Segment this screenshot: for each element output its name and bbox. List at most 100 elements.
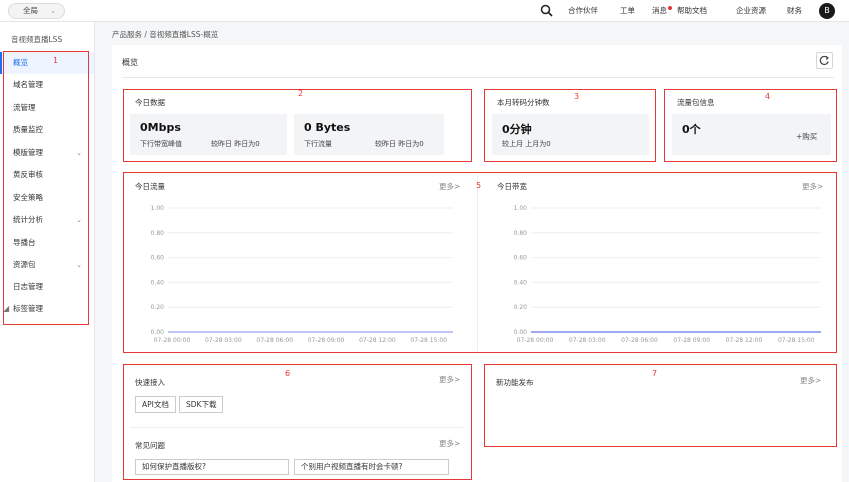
package-value: 0个	[682, 123, 701, 136]
top-bar: 全局 ⌄ 合作伙伴 工单 消息 帮助文档 企业资源 财务 B	[0, 0, 849, 22]
sidebar-item-label: 黄反审核	[13, 170, 43, 179]
faq-more-link[interactable]: 更多>	[439, 438, 460, 449]
sidebar-item-director[interactable]: 导播台	[0, 232, 94, 254]
bandwidth-chart-title: 今日带宽	[497, 182, 527, 191]
x-tick-label: 07-28 09:00	[308, 337, 345, 344]
bandwidth-peak-label: 下行带宽峰值	[140, 140, 182, 148]
x-tick-label: 07-28 12:00	[726, 337, 763, 344]
sdk-download-button[interactable]: SDK下载	[179, 396, 224, 413]
nav-help-docs[interactable]: 帮助文档	[677, 0, 707, 22]
sidebar-item-label: 模版管理	[13, 148, 43, 157]
annotation-number: 4	[765, 92, 771, 101]
y-tick-label: 0.00	[151, 329, 165, 336]
bandwidth-chart-more-link[interactable]: 更多>	[802, 181, 823, 192]
sidebar-item-tags[interactable]: ◢ 标签管理	[0, 298, 94, 320]
sidebar-item-domains[interactable]: 域名管理	[0, 74, 94, 96]
sidebar-item-label: 流管理	[13, 103, 36, 112]
chevron-down-icon: ⌄	[76, 261, 82, 269]
annotation-number: 1	[53, 56, 59, 65]
quick-access-title: 快速接入	[135, 378, 165, 387]
new-features-more-link[interactable]: 更多>	[800, 375, 821, 386]
y-tick-label: 1.00	[151, 205, 165, 212]
y-tick-label: 0.60	[514, 255, 528, 262]
sidebar-item-security[interactable]: 安全策略	[0, 187, 94, 209]
annotation-number: 2	[298, 89, 304, 98]
sidebar-item-label: 域名管理	[13, 80, 43, 89]
page-title: 概览	[122, 58, 138, 67]
bandwidth-line-chart: 0.00 0.20 0.40 0.60 0.80 1.00 07-28 00:00 07-28…	[514, 205, 821, 344]
y-tick-label: 0.80	[514, 230, 528, 237]
annotation-number: 5	[476, 181, 482, 190]
sidebar-item-logs[interactable]: 日志管理	[0, 276, 94, 298]
sidebar-item-resources[interactable]: 资源包 ⌄	[0, 254, 94, 276]
breadcrumb: 产品服务 / 音视频直播LSS-概览	[112, 30, 219, 39]
x-tick-label: 07-28 15:00	[410, 337, 447, 344]
traffic-line-chart: 0.00 0.20 0.40 0.60 0.80 1.00 07-28 00:00 07-28…	[151, 205, 453, 344]
sidebar-item-label: 安全策略	[13, 193, 43, 202]
refresh-icon	[819, 55, 829, 66]
chart-divider	[477, 175, 478, 351]
faq-title: 常见问题	[135, 441, 165, 450]
nav-messages[interactable]: 消息	[652, 0, 667, 22]
faq-item[interactable]: 个别用户视频直播有时会卡顿?	[294, 459, 449, 475]
x-tick-label: 07-28 03:00	[569, 337, 606, 344]
sidebar-item-label: 质量监控	[13, 125, 43, 134]
sidebar-item-label: 资源包	[13, 260, 36, 269]
x-tick-label: 07-28 06:00	[256, 337, 293, 344]
chevron-down-icon: ⌄	[76, 149, 82, 157]
annotation-number: 3	[574, 92, 580, 101]
sidebar-item-templates[interactable]: 模版管理 ⌄	[0, 142, 94, 164]
sidebar-item-overview[interactable]: 概览	[0, 52, 94, 74]
x-tick-label: 07-28 09:00	[673, 337, 710, 344]
x-tick-label: 07-28 03:00	[205, 337, 242, 344]
tag-icon: ◢	[3, 304, 10, 313]
new-features-title: 新功能发布	[496, 378, 534, 387]
buy-package-link[interactable]: +购买	[796, 131, 817, 142]
sidebar-item-streams[interactable]: 流管理	[0, 97, 94, 119]
y-tick-label: 0.20	[151, 304, 165, 311]
transcode-value: 0分钟	[502, 123, 532, 136]
nav-partners[interactable]: 合作伙伴	[568, 0, 598, 22]
bandwidth-compare: 较昨日 昨日为0	[211, 140, 260, 148]
traffic-chart-title: 今日流量	[135, 182, 165, 191]
search-icon[interactable]	[540, 4, 553, 17]
sidebar-title: 音视频直播LSS	[11, 35, 63, 44]
x-tick-label: 07-28 15:00	[778, 337, 815, 344]
quick-access-more-link[interactable]: 更多>	[439, 374, 460, 385]
y-tick-label: 1.00	[514, 205, 528, 212]
x-tick-label: 07-28 00:00	[154, 337, 191, 344]
sidebar-item-label: 标签管理	[13, 304, 43, 313]
y-tick-label: 0.40	[514, 279, 528, 286]
sidebar: 音视频直播LSS 概览 域名管理 流管理 质量监控 模版管理 ⌄ 黄反审核 安全策…	[0, 22, 95, 482]
traffic-compare: 较昨日 昨日为0	[375, 140, 424, 148]
traffic-value: 0 Bytes	[304, 121, 351, 134]
sidebar-item-statistics[interactable]: 统计分析 ⌄	[0, 209, 94, 231]
y-tick-label: 0.80	[151, 230, 165, 237]
sidebar-item-label: 概览	[13, 58, 28, 67]
y-tick-label: 0.40	[151, 279, 165, 286]
x-tick-label: 07-28 00:00	[517, 337, 554, 344]
avatar[interactable]: B	[819, 3, 835, 19]
api-docs-button[interactable]: API文档	[135, 396, 176, 413]
chevron-down-icon: ⌄	[50, 7, 56, 15]
sidebar-item-label: 统计分析	[13, 215, 43, 224]
nav-enterprise[interactable]: 企业资源	[736, 0, 766, 22]
faq-item[interactable]: 如何保护直播版权?	[135, 459, 289, 475]
transcode-compare: 较上月 上月为0	[502, 140, 551, 148]
y-tick-label: 0.60	[151, 255, 165, 262]
nav-finance[interactable]: 财务	[787, 0, 802, 22]
refresh-button[interactable]	[816, 52, 833, 69]
sidebar-item-quality[interactable]: 质量监控	[0, 119, 94, 141]
today-data-title: 今日数据	[135, 98, 165, 107]
y-tick-label: 0.00	[514, 329, 528, 336]
traffic-chart-more-link[interactable]: 更多>	[439, 181, 460, 192]
transcode-title: 本月转码分钟数	[497, 98, 550, 107]
region-select[interactable]: 全局 ⌄	[8, 3, 65, 19]
title-divider	[122, 77, 834, 78]
nav-tickets[interactable]: 工单	[620, 0, 635, 22]
sidebar-item-moderation[interactable]: 黄反审核	[0, 164, 94, 186]
sidebar-item-label: 日志管理	[13, 282, 43, 291]
traffic-label: 下行流量	[304, 140, 332, 148]
bandwidth-peak-value: 0Mbps	[140, 121, 181, 134]
region-select-label: 全局	[23, 6, 38, 15]
